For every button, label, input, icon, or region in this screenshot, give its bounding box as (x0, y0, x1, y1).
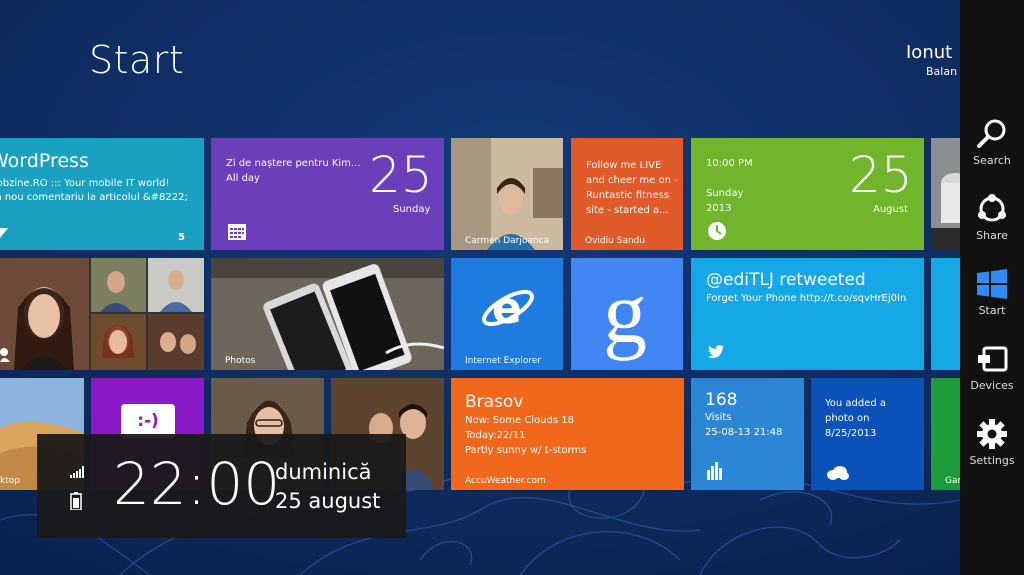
alarm-time: 10:00 PM (706, 158, 753, 169)
svg-text:g: g (603, 266, 647, 362)
stats-label: Visits (705, 412, 732, 423)
stats-tile[interactable]: 168 Visits 25-08-13 21:48 (691, 378, 804, 490)
start-charm-label: Start (978, 304, 1006, 317)
skydrive-text-2: photo on (825, 413, 870, 424)
people-ovidiu-tile[interactable]: Follow me LIVE and cheer me on - Runtast… (571, 138, 683, 250)
calendar-icon (228, 224, 246, 240)
share-icon (978, 194, 1006, 222)
people-carmen-tile[interactable]: Carmen Darjoanca (451, 138, 563, 250)
wordpress-line1: Mobzine.RO ::: Your mobile IT world! (0, 178, 170, 189)
carmen-photo (451, 138, 563, 250)
stats-bars-icon (707, 462, 722, 480)
google-g-icon: g (603, 266, 647, 362)
calendar-day-number: 25 (369, 146, 433, 204)
devices-charm-label: Devices (970, 379, 1014, 392)
photos-tile[interactable]: Photos (211, 258, 444, 370)
wordpress-title: WordPress (0, 150, 89, 172)
internet-explorer-icon: e (482, 283, 534, 334)
skydrive-text-3: 8/25/2013 (825, 428, 877, 439)
search-charm[interactable]: Search (960, 116, 1024, 188)
wordpress-tile[interactable]: WordPress Mobzine.RO ::: Your mobile IT … (0, 138, 204, 250)
photos-caption: Photos (225, 356, 256, 366)
user-account-last-name[interactable]: Balan (926, 65, 957, 78)
calendar-weekday: Sunday (393, 204, 431, 215)
devices-charm[interactable]: Devices (960, 341, 1024, 413)
charms-bar: Search Share Start Devices Settings (960, 0, 1024, 575)
svg-text:e: e (492, 283, 522, 334)
clock-day: duminică (275, 460, 372, 484)
weather-city: Brasov (465, 392, 524, 412)
start-charm[interactable]: Start (960, 266, 1024, 338)
alarms-tile[interactable]: 10:00 PM Sunday 2013 25 August (691, 138, 924, 250)
settings-gear-icon (977, 419, 1007, 449)
skydrive-cloud-icon (827, 466, 849, 480)
settings-charm[interactable]: Settings (960, 416, 1024, 488)
weather-caption: AccuWeather.com (465, 476, 546, 486)
windows-logo-icon (977, 269, 1007, 299)
twitter-bird-icon (708, 345, 724, 358)
share-charm[interactable]: Share (960, 191, 1024, 263)
clock-time: 22:00 (113, 450, 281, 518)
games-tile[interactable]: Gar (931, 378, 960, 490)
alarm-year: 2013 (706, 203, 732, 214)
ovidiu-status-text: Follow me LIVE and cheer me on - Runtast… (586, 160, 678, 216)
emoticon-text: :-) (137, 411, 159, 431)
desktop-caption: ktop (0, 476, 20, 486)
clock-icon (708, 222, 726, 240)
share-charm-label: Share (976, 229, 1008, 242)
games-caption: Gar (945, 476, 960, 486)
weather-tile[interactable]: Brasov Now: Some Clouds 18 Today:22/11 P… (451, 378, 684, 490)
alarm-day: Sunday (706, 188, 744, 199)
partial-blue-tile-right[interactable] (931, 258, 960, 370)
partial-photo-tile-right[interactable] (931, 138, 960, 250)
calendar-event-title: Zi de naștere pentru Kim... (226, 158, 361, 169)
calendar-tile[interactable]: Zi de naștere pentru Kim... All day 25 S… (211, 138, 444, 250)
wordpress-line2: Un nou comentariu la articolul &#8222; (0, 192, 188, 203)
weather-forecast: Partly sunny w/ t-storms (465, 445, 587, 456)
time-date-overlay: 22:00 duminică 25 august (37, 434, 406, 538)
messaging-emoticon-icon: :-) (121, 404, 175, 438)
internet-explorer-caption: Internet Explorer (465, 356, 542, 366)
search-icon (977, 119, 1006, 148)
battery-plugged-icon (70, 492, 82, 510)
tweet-text: Forget Your Phone http://t.co/sqvHrEj0In (706, 293, 907, 304)
tweet-title: @ediTLJ retweeted (706, 270, 866, 290)
search-charm-label: Search (973, 154, 1011, 167)
comment-icon (0, 228, 8, 238)
ovidiu-caption: Ovidiu Sandu (585, 236, 646, 246)
devices-icon (978, 346, 1008, 372)
google-tile[interactable]: g (571, 258, 683, 370)
weather-now: Now: Some Clouds 18 (465, 415, 574, 426)
people-icon (0, 348, 10, 362)
internet-explorer-tile[interactable]: e Internet Explorer (451, 258, 563, 370)
wordpress-count: 5 (178, 232, 185, 243)
calendar-event-time: All day (226, 173, 260, 184)
phones-photo (211, 258, 444, 370)
cup-photo (931, 138, 960, 250)
stats-count: 168 (705, 390, 738, 410)
alarm-month: August (873, 204, 908, 215)
twitter-tile[interactable]: @ediTLJ retweeted Forget Your Phone http… (691, 258, 924, 370)
weather-today: Today:22/11 (465, 430, 526, 441)
alarm-date-number: 25 (849, 146, 913, 204)
user-account-first-name[interactable]: Ionut (906, 42, 952, 63)
people-hub-tile[interactable] (0, 258, 204, 370)
skydrive-text-1: You added a (825, 398, 887, 409)
carmen-caption: Carmen Darjoanca (465, 236, 550, 246)
settings-charm-label: Settings (969, 454, 1015, 467)
clock-date: 25 august (275, 489, 381, 513)
stats-date: 25-08-13 21:48 (705, 427, 783, 438)
skydrive-tile[interactable]: You added a photo on 8/25/2013 (811, 378, 924, 490)
people-collage (0, 258, 204, 370)
start-screen-title: Start (89, 38, 185, 82)
network-signal-icon (70, 466, 84, 478)
